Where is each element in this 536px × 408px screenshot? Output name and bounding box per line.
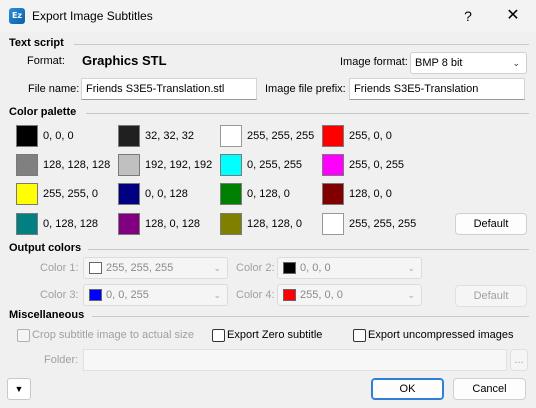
output-colors-heading: Output colors bbox=[9, 242, 82, 254]
palette-swatch[interactable] bbox=[118, 213, 140, 235]
format-value: Graphics STL bbox=[82, 53, 167, 68]
color-palette-heading: Color palette bbox=[9, 106, 77, 118]
color1-swatch bbox=[89, 262, 102, 274]
misc-heading: Miscellaneous bbox=[9, 309, 85, 321]
color4-swatch bbox=[283, 289, 296, 301]
color3-dropdown[interactable]: 0, 0, 255 ⌄ bbox=[83, 284, 228, 306]
text-script-divider bbox=[74, 44, 529, 45]
expand-button[interactable]: ▼ bbox=[7, 378, 31, 400]
palette-swatch[interactable] bbox=[118, 154, 140, 176]
format-label: Format: bbox=[27, 55, 65, 67]
chevron-down-icon: ⌄ bbox=[407, 290, 415, 300]
color2-label: Color 2: bbox=[236, 262, 275, 274]
uncompressed-label: Export uncompressed images bbox=[368, 329, 514, 341]
chevron-down-icon: ⌄ bbox=[407, 263, 415, 273]
palette-swatch[interactable] bbox=[16, 125, 38, 147]
palette-swatch[interactable] bbox=[322, 154, 344, 176]
crop-checkbox[interactable] bbox=[17, 329, 30, 342]
color4-dropdown[interactable]: 255, 0, 0 ⌄ bbox=[277, 284, 422, 306]
palette-swatch[interactable] bbox=[322, 213, 344, 235]
cancel-button[interactable]: Cancel bbox=[453, 378, 526, 400]
color1-dropdown[interactable]: 255, 255, 255 ⌄ bbox=[83, 257, 228, 279]
folder-label: Folder: bbox=[44, 354, 79, 366]
palette-swatch[interactable] bbox=[322, 183, 344, 205]
help-button[interactable]: ? bbox=[446, 0, 490, 32]
palette-swatch[interactable] bbox=[322, 125, 344, 147]
file-name-input[interactable]: Friends S3E5-Translation.stl bbox=[81, 78, 257, 100]
color1-label: Color 1: bbox=[40, 262, 79, 274]
palette-swatch-label: 0, 128, 128 bbox=[43, 218, 99, 230]
palette-swatch-label: 128, 0, 0 bbox=[349, 188, 392, 200]
palette-swatch-label: 32, 32, 32 bbox=[145, 130, 194, 142]
chevron-down-icon: ⌄ bbox=[512, 58, 520, 68]
image-prefix-input[interactable]: Friends S3E5-Translation bbox=[349, 78, 525, 100]
palette-swatch-label: 255, 255, 255 bbox=[349, 218, 417, 230]
palette-swatch[interactable] bbox=[220, 183, 242, 205]
color2-value: 0, 0, 0 bbox=[300, 262, 331, 274]
palette-swatch[interactable] bbox=[16, 183, 38, 205]
image-format-dropdown[interactable]: BMP 8 bit ⌄ bbox=[410, 52, 527, 74]
color4-label: Color 4: bbox=[236, 289, 275, 301]
close-button[interactable]: ✕ bbox=[490, 0, 536, 32]
color2-dropdown[interactable]: 0, 0, 0 ⌄ bbox=[277, 257, 422, 279]
palette-swatch-label: 255, 0, 0 bbox=[349, 130, 392, 142]
palette-default-button[interactable]: Default bbox=[455, 213, 527, 235]
export-zero-checkbox[interactable] bbox=[212, 329, 225, 342]
palette-swatch[interactable] bbox=[16, 213, 38, 235]
palette-swatch-label: 255, 255, 255 bbox=[247, 130, 315, 142]
palette-swatch-label: 255, 255, 0 bbox=[43, 188, 99, 200]
palette-swatch-label: 255, 0, 255 bbox=[349, 159, 405, 171]
text-script-heading: Text script bbox=[9, 37, 64, 49]
folder-input[interactable] bbox=[83, 349, 507, 371]
color3-swatch bbox=[89, 289, 102, 301]
palette-swatch[interactable] bbox=[118, 125, 140, 147]
app-icon: Ez bbox=[9, 8, 25, 24]
palette-swatch[interactable] bbox=[118, 183, 140, 205]
output-default-button[interactable]: Default bbox=[455, 285, 527, 307]
browse-button[interactable]: ... bbox=[510, 349, 528, 371]
palette-swatch-label: 128, 128, 0 bbox=[247, 218, 303, 230]
color-palette-divider bbox=[86, 113, 529, 114]
output-colors-divider bbox=[88, 249, 529, 250]
palette-swatch[interactable] bbox=[220, 154, 242, 176]
palette-swatch-label: 0, 255, 255 bbox=[247, 159, 303, 171]
palette-swatch-label: 128, 128, 128 bbox=[43, 159, 111, 171]
export-zero-label: Export Zero subtitle bbox=[227, 329, 323, 341]
misc-divider bbox=[92, 316, 529, 317]
image-format-label: Image format: bbox=[340, 56, 408, 68]
palette-swatch-label: 0, 0, 0 bbox=[43, 130, 74, 142]
triangle-down-icon: ▼ bbox=[14, 384, 24, 394]
palette-swatch[interactable] bbox=[16, 154, 38, 176]
chevron-down-icon: ⌄ bbox=[213, 290, 221, 300]
image-format-value: BMP 8 bit bbox=[415, 57, 463, 69]
palette-swatch[interactable] bbox=[220, 125, 242, 147]
palette-swatch[interactable] bbox=[220, 213, 242, 235]
color3-value: 0, 0, 255 bbox=[106, 289, 149, 301]
palette-swatch-label: 128, 0, 128 bbox=[145, 218, 201, 230]
color3-label: Color 3: bbox=[40, 289, 79, 301]
palette-swatch-label: 0, 128, 0 bbox=[247, 188, 290, 200]
palette-swatch-label: 192, 192, 192 bbox=[145, 159, 213, 171]
file-name-label: File name: bbox=[28, 83, 80, 95]
image-prefix-label: Image file prefix: bbox=[265, 83, 346, 95]
window-title: Export Image Subtitles bbox=[32, 9, 153, 23]
color2-swatch bbox=[283, 262, 296, 274]
color4-value: 255, 0, 0 bbox=[300, 289, 343, 301]
chevron-down-icon: ⌄ bbox=[213, 263, 221, 273]
color1-value: 255, 255, 255 bbox=[106, 262, 174, 274]
uncompressed-checkbox[interactable] bbox=[353, 329, 366, 342]
ok-button[interactable]: OK bbox=[371, 378, 444, 400]
crop-label: Crop subtitle image to actual size bbox=[32, 329, 195, 341]
palette-swatch-label: 0, 0, 128 bbox=[145, 188, 188, 200]
